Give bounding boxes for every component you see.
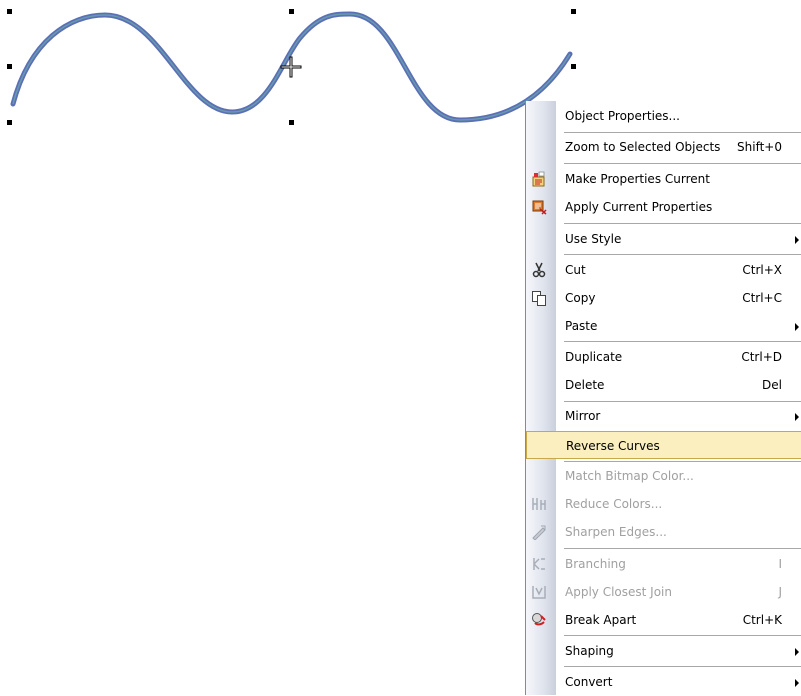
menu-item-delete[interactable]: Delete Del <box>526 371 801 399</box>
menu-item-convert[interactable]: Convert <box>526 668 801 696</box>
menu-item-label: Use Style <box>565 232 622 246</box>
selection-handle-top-right[interactable] <box>571 9 576 14</box>
make-properties-current-icon <box>532 171 545 187</box>
menu-item-label: Delete <box>565 378 605 392</box>
menu-item-cut[interactable]: Cut Ctrl+X <box>526 256 801 284</box>
menu-item-use-style[interactable]: Use Style <box>526 225 801 253</box>
submenu-arrow-icon <box>795 679 799 687</box>
menu-item-apply-current-properties[interactable]: Apply Current Properties <box>526 193 801 221</box>
menu-item-mirror[interactable]: Mirror <box>526 402 801 430</box>
menu-item-label: Mirror <box>565 409 601 423</box>
reduce-colors-icon <box>532 498 546 510</box>
menu-item-paste[interactable]: Paste <box>526 312 801 340</box>
context-menu: Object Properties... Zoom to Selected Ob… <box>525 101 801 695</box>
menu-item-shortcut: Ctrl+X <box>742 263 782 277</box>
menu-separator <box>564 254 801 255</box>
menu-item-copy[interactable]: Copy Ctrl+C <box>526 284 801 312</box>
menu-item-zoom-to-selected[interactable]: Zoom to Selected Objects Shift+0 <box>526 133 801 161</box>
menu-item-label: Branching <box>565 557 626 571</box>
menu-item-label: Convert <box>565 675 613 689</box>
break-apart-icon <box>532 613 546 626</box>
menu-item-reverse-curves[interactable]: Reverse Curves <box>526 431 801 459</box>
copy-icon <box>532 291 546 306</box>
menu-item-label: Cut <box>565 263 586 277</box>
menu-item-shaping[interactable]: Shaping <box>526 637 801 665</box>
menu-item-shortcut: Ctrl+D <box>741 350 782 364</box>
menu-item-label: Reverse Curves <box>566 439 660 453</box>
menu-item-label: Apply Closest Join <box>565 585 672 599</box>
menu-item-label: Copy <box>565 291 596 305</box>
selection-handle-top-middle[interactable] <box>289 9 294 14</box>
menu-separator <box>564 548 801 549</box>
menu-separator <box>564 163 801 164</box>
menu-separator <box>564 635 801 636</box>
menu-item-label: Paste <box>565 319 598 333</box>
submenu-arrow-icon <box>795 323 799 331</box>
menu-item-label: Match Bitmap Color... <box>565 469 694 483</box>
scissors-icon <box>532 262 546 278</box>
menu-item-apply-closest-join[interactable]: Apply Closest Join J <box>526 578 801 606</box>
menu-item-label: Reduce Colors... <box>565 497 663 511</box>
selection-handle-bottom-left[interactable] <box>7 120 12 125</box>
submenu-arrow-icon <box>795 236 799 244</box>
menu-item-branching[interactable]: Branching I <box>526 550 801 578</box>
menu-item-label: Apply Current Properties <box>565 200 713 214</box>
menu-item-label: Make Properties Current <box>565 172 710 186</box>
apply-current-properties-icon <box>532 200 547 215</box>
menu-separator <box>564 666 801 667</box>
submenu-arrow-icon <box>795 413 799 421</box>
menu-item-make-properties-current[interactable]: Make Properties Current <box>526 165 801 193</box>
selection-handle-top-left[interactable] <box>7 9 12 14</box>
menu-item-label: Sharpen Edges... <box>565 525 667 539</box>
selection-handle-middle-left[interactable] <box>7 64 12 69</box>
menu-item-shortcut: I <box>778 557 782 571</box>
selection-handle-bottom-middle[interactable] <box>289 120 294 125</box>
menu-item-label: Zoom to Selected Objects <box>565 140 721 154</box>
menu-item-shortcut: Del <box>762 378 782 392</box>
menu-item-shortcut: Ctrl+C <box>742 291 782 305</box>
menu-item-label: Shaping <box>565 644 614 658</box>
menu-separator <box>564 223 801 224</box>
sharpen-edges-icon <box>532 525 546 540</box>
menu-item-break-apart[interactable]: Break Apart Ctrl+K <box>526 606 801 634</box>
menu-item-object-properties[interactable]: Object Properties... <box>526 102 801 130</box>
branching-icon <box>533 558 545 570</box>
selection-handle-middle-right[interactable] <box>571 64 576 69</box>
menu-item-label: Object Properties... <box>565 109 680 123</box>
menu-item-duplicate[interactable]: Duplicate Ctrl+D <box>526 343 801 371</box>
menu-item-sharpen-edges[interactable]: Sharpen Edges... <box>526 518 801 546</box>
menu-item-label: Break Apart <box>565 613 637 627</box>
menu-item-shortcut: Shift+0 <box>737 140 782 154</box>
submenu-arrow-icon <box>795 648 799 656</box>
menu-item-reduce-colors[interactable]: Reduce Colors... <box>526 490 801 518</box>
menu-item-shortcut: J <box>778 585 782 599</box>
menu-item-shortcut: Ctrl+K <box>742 613 782 627</box>
menu-separator <box>564 341 801 342</box>
menu-item-label: Duplicate <box>565 350 623 364</box>
menu-item-match-bitmap-color[interactable]: Match Bitmap Color... <box>526 462 801 490</box>
closest-join-icon <box>532 586 546 599</box>
